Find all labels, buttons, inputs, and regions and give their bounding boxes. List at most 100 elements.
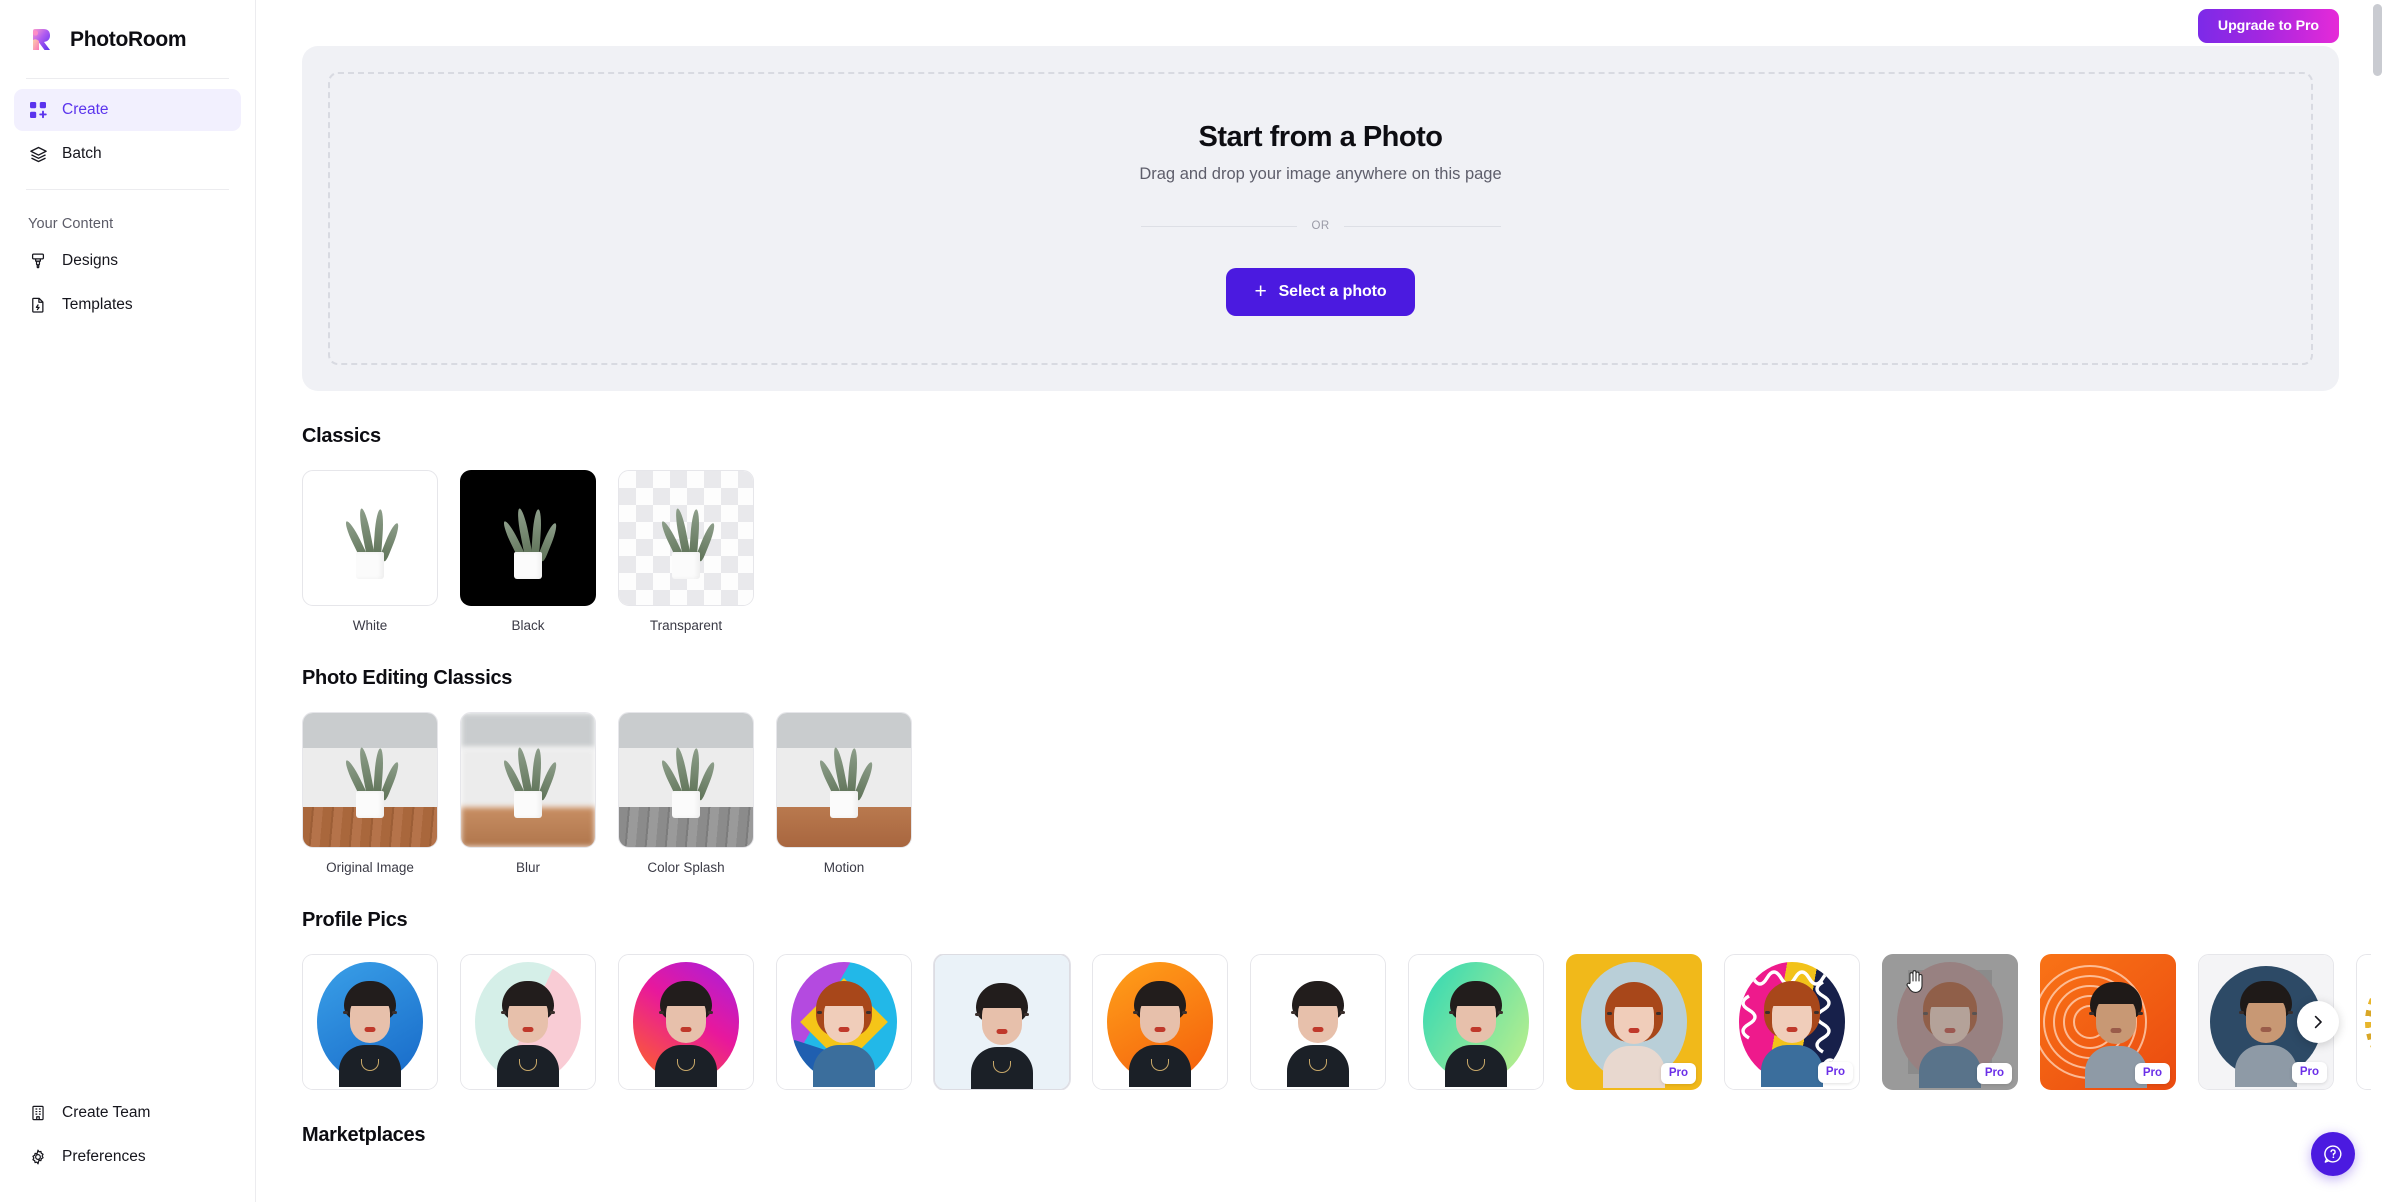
or-divider-line-left — [1140, 225, 1298, 227]
profile-pic-card[interactable] — [1250, 954, 1386, 1090]
pot — [672, 552, 700, 579]
classics-label-transparent: Transparent — [649, 618, 723, 633]
editing-label-blur: Blur — [515, 860, 540, 875]
pro-badge: Pro — [2134, 1062, 2170, 1084]
pot — [830, 791, 858, 819]
profile-pic-card[interactable] — [1408, 954, 1544, 1090]
sidebar-item-create-team[interactable]: Create Team — [14, 1092, 241, 1134]
photo-editing-row: Original Image Blur Color Splash Motion — [302, 712, 2339, 875]
pot — [356, 791, 384, 819]
room-scene-splash — [619, 713, 753, 847]
sidebar-item-preferences-label: Preferences — [62, 1148, 146, 1166]
section-marketplaces: Marketplaces — [256, 1124, 2385, 1147]
editing-card-original[interactable]: Original Image — [302, 712, 438, 875]
classics-thumb-white[interactable] — [302, 470, 438, 606]
photoroom-logo-icon — [26, 24, 58, 56]
chevron-right-icon — [2314, 1015, 2322, 1029]
avatar — [1281, 975, 1355, 1087]
sidebar-item-designs-label: Designs — [62, 252, 118, 270]
editing-thumb-blur[interactable] — [460, 712, 596, 848]
gear-icon — [28, 1147, 48, 1167]
avatar — [1439, 975, 1513, 1087]
classics-card-white[interactable]: White — [302, 470, 438, 633]
profile-pic-card[interactable]: Pro — [1882, 954, 2018, 1090]
plus-icon: + — [1254, 279, 1267, 303]
editing-thumb-original[interactable] — [302, 712, 438, 848]
editing-thumb-motion[interactable] — [776, 712, 912, 848]
select-a-photo-button[interactable]: + Select a photo — [1226, 268, 1415, 316]
sidebar-item-create[interactable]: Create — [14, 89, 241, 131]
editing-label-original: Original Image — [326, 860, 414, 875]
hero-wrapper: Start from a Photo Drag and drop your im… — [256, 46, 2385, 391]
sidebar-item-templates-label: Templates — [62, 296, 133, 314]
editing-label-color-splash: Color Splash — [647, 860, 725, 875]
section-classics-title: Classics — [302, 425, 381, 447]
profile-pic-card[interactable]: Pro — [2040, 954, 2176, 1090]
classics-thumb-black[interactable] — [460, 470, 596, 606]
pot — [514, 791, 542, 819]
building-icon — [28, 1103, 48, 1123]
section-photo-editing-classics-title: Photo Editing Classics — [302, 667, 513, 689]
hero-subtitle: Drag and drop your image anywhere on thi… — [1139, 165, 1502, 183]
avatar — [965, 977, 1039, 1089]
hero-title: Start from a Photo — [1198, 121, 1443, 153]
avatar — [1597, 976, 1671, 1088]
main-content: Upgrade to Pro Start from a Photo Drag a… — [256, 0, 2385, 1202]
or-divider-line-right — [1343, 225, 1501, 227]
sidebar-divider-top — [26, 78, 229, 79]
plant-artwork — [656, 497, 718, 579]
sidebar-item-batch-label: Batch — [62, 145, 102, 163]
page-scrollbar-thumb[interactable] — [2373, 4, 2382, 76]
editing-card-blur[interactable]: Blur — [460, 712, 596, 875]
dropzone-dashed-area[interactable]: Start from a Photo Drag and drop your im… — [328, 72, 2313, 365]
profile-pics-carousel[interactable]: Pro Pro Pro Pro Pro — [302, 954, 2385, 1090]
pro-badge: Pro — [1660, 1062, 1696, 1084]
sidebar-item-designs[interactable]: Designs — [14, 240, 241, 282]
section-photo-editing-classics: Photo Editing Classics Original Image Bl… — [256, 667, 2385, 875]
plant-artwork — [340, 497, 402, 579]
plant-artwork — [340, 736, 402, 819]
page-scrollbar[interactable] — [2371, 0, 2385, 1202]
classics-thumb-transparent[interactable] — [618, 470, 754, 606]
dropzone-panel[interactable]: Start from a Photo Drag and drop your im… — [302, 46, 2339, 391]
pro-badge: Pro — [1817, 1061, 1853, 1083]
sidebar-content-nav: Designs Templates — [0, 240, 255, 328]
profile-pic-card[interactable] — [776, 954, 912, 1090]
paint-brush-icon — [28, 251, 48, 271]
room-scene — [303, 713, 437, 847]
profile-pic-card[interactable]: Pro — [1566, 954, 1702, 1090]
avatar — [1123, 975, 1197, 1087]
help-chat-button[interactable] — [2311, 1132, 2355, 1176]
profile-pic-card[interactable] — [1092, 954, 1228, 1090]
classics-card-transparent[interactable]: Transparent — [618, 470, 754, 633]
pro-badge: Pro — [2291, 1061, 2327, 1083]
sidebar: PhotoRoom Create Batch Your Content Desi… — [0, 0, 256, 1202]
profile-pic-card[interactable] — [934, 954, 1070, 1090]
question-chat-icon — [2324, 1145, 2342, 1163]
avatar — [491, 975, 565, 1087]
editing-card-color-splash[interactable]: Color Splash — [618, 712, 754, 875]
brand[interactable]: PhotoRoom — [0, 0, 255, 74]
sidebar-item-preferences[interactable]: Preferences — [14, 1136, 241, 1178]
profile-pic-card[interactable] — [618, 954, 754, 1090]
sidebar-primary-nav: Create Batch — [0, 89, 255, 177]
profile-pic-card[interactable] — [460, 954, 596, 1090]
plant-artwork — [814, 736, 876, 819]
profile-pics-carousel-wrapper: Pro Pro Pro Pro Pro — [302, 954, 2385, 1090]
classics-row: White Black Transparent — [302, 470, 2339, 633]
upgrade-to-pro-button[interactable]: Upgrade to Pro — [2197, 9, 2339, 43]
profile-pic-card[interactable] — [302, 954, 438, 1090]
app-root: PhotoRoom Create Batch Your Content Desi… — [0, 0, 2385, 1202]
plant-artwork — [656, 736, 718, 819]
sidebar-item-batch[interactable]: Batch — [14, 133, 241, 175]
editing-card-motion[interactable]: Motion — [776, 712, 912, 875]
avatar — [333, 975, 407, 1087]
pot — [356, 552, 384, 579]
plant-artwork — [498, 497, 560, 579]
sidebar-item-templates[interactable]: Templates — [14, 284, 241, 326]
sidebar-item-create-team-label: Create Team — [62, 1104, 151, 1122]
profile-pic-card[interactable]: Pro — [1724, 954, 1860, 1090]
classics-card-black[interactable]: Black — [460, 470, 596, 633]
editing-thumb-color-splash[interactable] — [618, 712, 754, 848]
carousel-next-button[interactable] — [2297, 1001, 2339, 1043]
